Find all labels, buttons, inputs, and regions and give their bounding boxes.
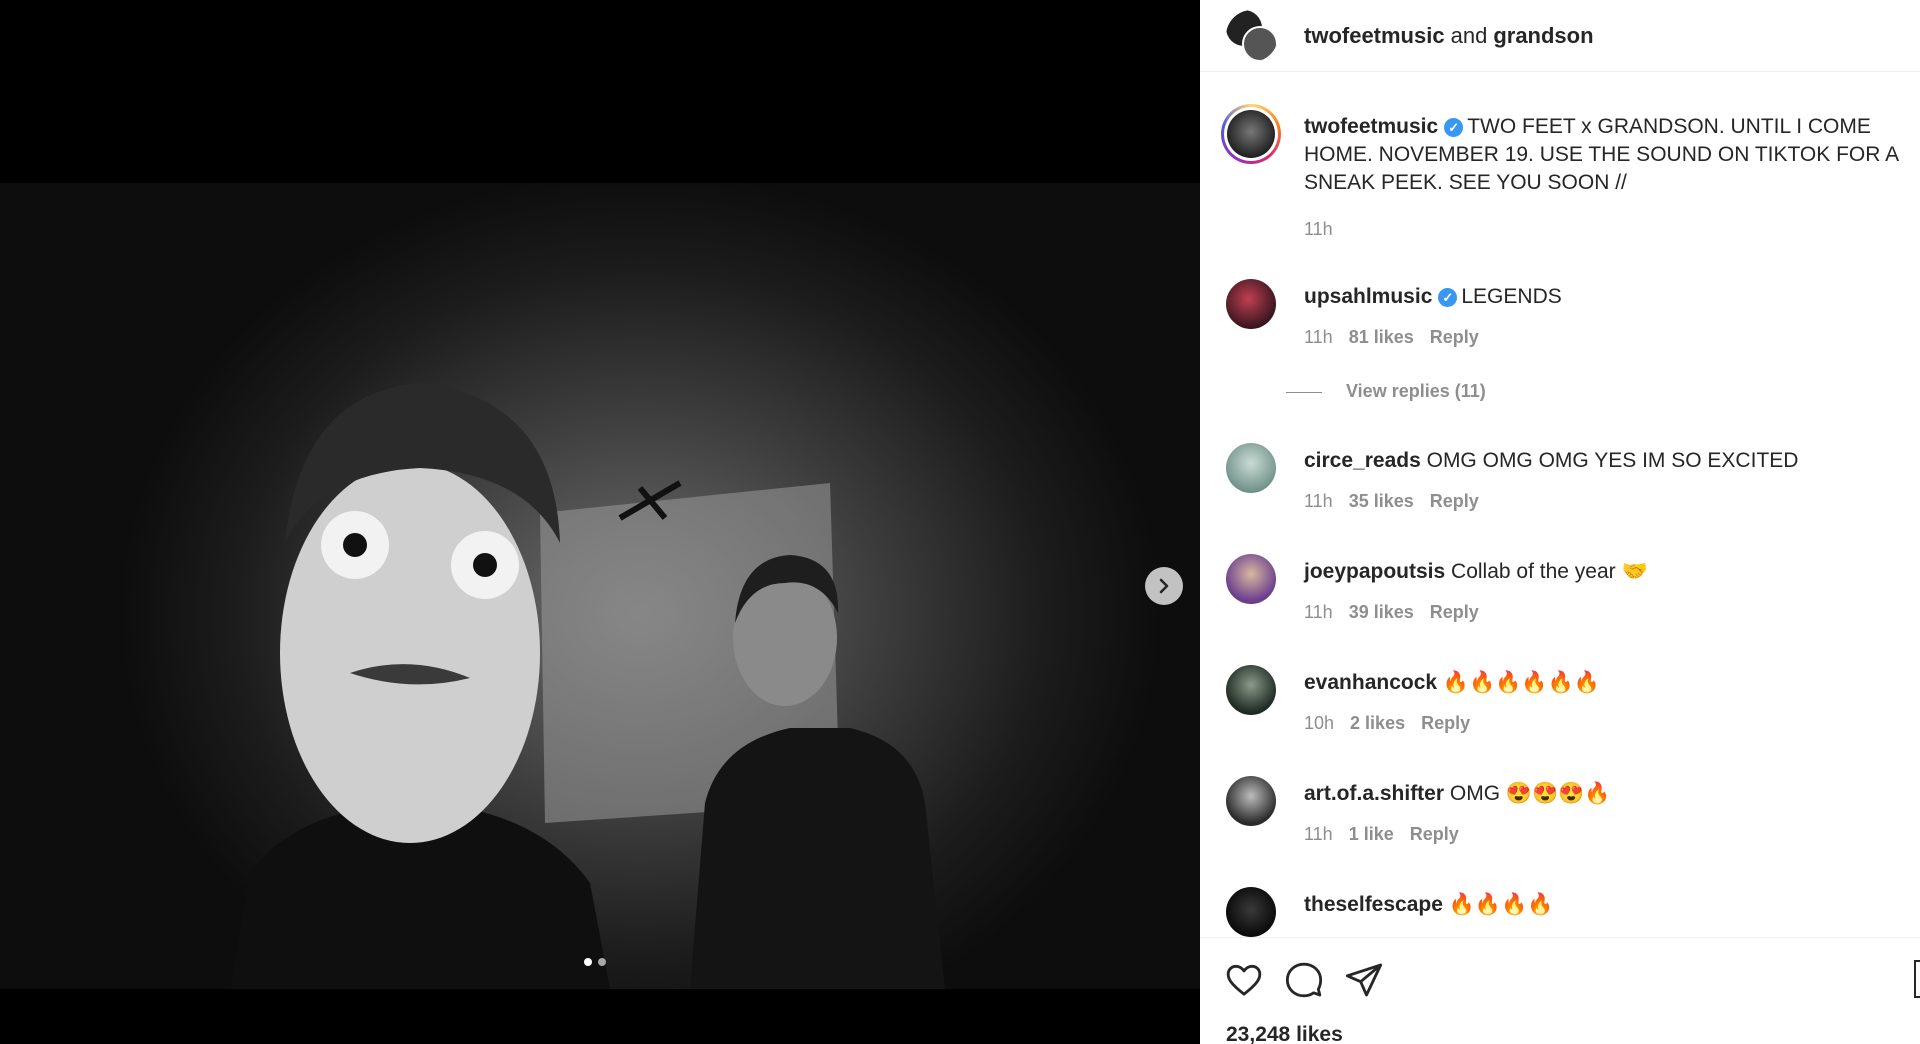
paper-plane-icon[interactable]: [1344, 960, 1384, 1000]
comment-username[interactable]: joeypapoutsis: [1304, 560, 1445, 583]
comment-username[interactable]: evanhancock: [1304, 671, 1437, 694]
chevron-right-icon: [1159, 578, 1169, 594]
comment-likes[interactable]: 39 likes: [1349, 602, 1414, 622]
avatar[interactable]: [1226, 776, 1276, 826]
comment-body: art.of.a.shifter OMG 😍😍😍🔥: [1304, 780, 1904, 808]
comment-body: upsahlmusic ✓ LEGENDS: [1304, 283, 1904, 311]
likes-count[interactable]: 23,248 likes: [1226, 1023, 1343, 1044]
comment-body: joeypapoutsis Collab of the year 🤝: [1304, 558, 1904, 586]
reply-button[interactable]: Reply: [1430, 602, 1479, 622]
verified-badge-icon: ✓: [1444, 118, 1464, 137]
avatar[interactable]: [1226, 279, 1276, 329]
comment-meta: 11h 35 likes Reply: [1304, 491, 1495, 512]
post-actions-bar: 23,248 likes: [1200, 937, 1920, 1044]
author-link-twofeetmusic[interactable]: twofeetmusic: [1304, 23, 1445, 48]
reply-button[interactable]: Reply: [1430, 327, 1479, 347]
comment-username[interactable]: upsahlmusic: [1304, 285, 1432, 308]
caption-time: 11h: [1304, 219, 1333, 239]
comment-time: 11h: [1304, 327, 1333, 347]
comment-likes[interactable]: 81 likes: [1349, 327, 1414, 347]
avatar[interactable]: [1226, 665, 1276, 715]
caption-body: twofeetmusic ✓ TWO FEET x GRANDSON. UNTIL …: [1304, 113, 1904, 197]
heart-icon[interactable]: [1224, 960, 1264, 1000]
comment-time: 11h: [1304, 824, 1333, 844]
comment-likes[interactable]: 35 likes: [1349, 491, 1414, 511]
post-header: twofeetmusic and grandson: [1200, 0, 1920, 72]
comment-meta: 11h 1 like Reply: [1304, 824, 1475, 845]
avatar[interactable]: [1226, 443, 1276, 493]
comment-username[interactable]: theselfescape: [1304, 893, 1443, 916]
comment-meta: 11h 81 likes Reply: [1304, 327, 1495, 348]
post-photo[interactable]: [0, 183, 1200, 989]
photo-illustration: [230, 383, 945, 989]
comment-text: LEGENDS: [1461, 285, 1562, 308]
comment-icon[interactable]: [1284, 960, 1324, 1000]
comment-username[interactable]: circe_reads: [1304, 449, 1421, 472]
reply-button[interactable]: Reply: [1410, 824, 1459, 844]
comment-text: OMG 😍😍😍🔥: [1449, 782, 1611, 805]
view-replies-button[interactable]: View replies (11): [1336, 381, 1486, 402]
carousel-indicator: [584, 958, 606, 966]
author-link-grandson[interactable]: grandson: [1493, 23, 1593, 48]
comment-username[interactable]: art.of.a.shifter: [1304, 782, 1444, 805]
comment-time: 10h: [1304, 713, 1335, 733]
comments-list[interactable]: twofeetmusic ✓ TWO FEET x GRANDSON. UNTIL …: [1200, 73, 1920, 937]
next-slide-button[interactable]: [1145, 567, 1183, 605]
comment-meta: 10h 2 likes Reply: [1304, 713, 1486, 734]
carousel-dot: [598, 958, 606, 966]
collab-avatar[interactable]: [1226, 9, 1278, 62]
person-right-body: [690, 728, 945, 989]
carousel-dot-active: [584, 958, 592, 966]
and-text: and: [1450, 22, 1488, 48]
comment-likes[interactable]: 2 likes: [1350, 713, 1405, 733]
avatar[interactable]: [1226, 554, 1276, 604]
pupil-left: [343, 533, 367, 557]
comment-text: 🔥🔥🔥🔥: [1448, 893, 1554, 916]
reply-button[interactable]: Reply: [1421, 713, 1470, 733]
caption-meta: 11h: [1304, 219, 1349, 240]
post-authors: twofeetmusic and grandson: [1304, 23, 1594, 49]
comment-likes[interactable]: 1 like: [1349, 824, 1394, 844]
post-media-viewer: [0, 0, 1200, 1044]
comment-body: evanhancock 🔥🔥🔥🔥🔥🔥: [1304, 669, 1904, 697]
bookmark-icon[interactable]: [1914, 960, 1920, 998]
comment-meta: 11h 39 likes Reply: [1304, 602, 1495, 623]
comment-time: 11h: [1304, 602, 1333, 622]
post-side-panel: twofeetmusic and grandson twofeetmusic ✓ TWO…: [1200, 0, 1920, 1044]
verified-badge-icon: ✓: [1438, 288, 1458, 307]
caption-username[interactable]: twofeetmusic: [1304, 115, 1438, 138]
avatar[interactable]: [1226, 887, 1276, 937]
reply-button[interactable]: Reply: [1430, 491, 1479, 511]
comment-text: OMG OMG OMG YES IM SO EXCITED: [1426, 449, 1799, 472]
comment-text: Collab of the year 🤝: [1451, 560, 1648, 583]
story-ring-avatar[interactable]: [1221, 104, 1281, 164]
comment-body: theselfescape 🔥🔥🔥🔥: [1304, 891, 1904, 919]
comment-text: 🔥🔥🔥🔥🔥🔥: [1442, 671, 1600, 694]
pupil-right: [473, 553, 497, 577]
comment-time: 11h: [1304, 491, 1333, 511]
person-left-face: [280, 463, 540, 843]
comment-body: circe_reads OMG OMG OMG YES IM SO EXCITE…: [1304, 447, 1904, 475]
